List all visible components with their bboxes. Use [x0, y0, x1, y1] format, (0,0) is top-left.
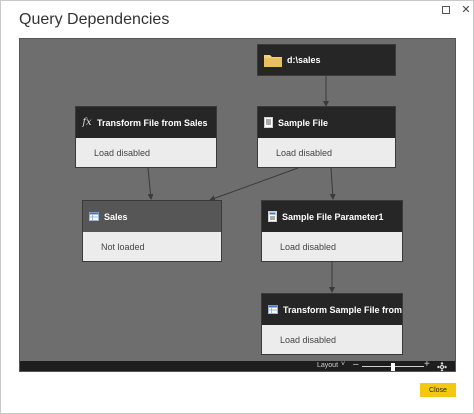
node-transform-sample-file[interactable]: Transform Sample File from... Load disab…: [261, 293, 403, 355]
layout-dropdown-icon[interactable]: ˅: [341, 361, 345, 368]
node-dsales[interactable]: d:\sales: [257, 44, 396, 76]
node-status: Not loaded: [83, 232, 221, 261]
node-status: Load disabled: [262, 232, 402, 261]
edge-samplefile-to-parameter: [329, 167, 336, 200]
function-icon: fx: [82, 117, 92, 128]
dialog-title: Query Dependencies: [19, 11, 170, 28]
zoom-slider-thumb[interactable]: [391, 363, 395, 371]
node-transform-file-from-sales[interactable]: fx Transform File from Sales Load disabl…: [75, 106, 217, 168]
close-icon[interactable]: ✕: [455, 2, 474, 20]
node-title: Sales: [104, 211, 128, 222]
folder-icon: [264, 53, 282, 67]
node-title: Transform Sample File from...: [283, 304, 402, 315]
node-title: Transform File from Sales: [97, 117, 208, 128]
close-button[interactable]: Close: [420, 383, 456, 397]
parameter-icon: [268, 211, 277, 222]
node-title: d:\sales: [287, 55, 321, 65]
node-sample-file-parameter1[interactable]: Sample File Parameter1 Load disabled: [261, 200, 403, 262]
dependency-canvas[interactable]: d:\sales fx Transform File from Sales Lo…: [19, 38, 456, 372]
zoom-in-button[interactable]: +: [424, 359, 430, 370]
edge-samplefile-to-sales: [209, 167, 299, 202]
node-sample-file[interactable]: Sample File Load disabled: [257, 106, 396, 168]
edge-transform-to-sales: [147, 167, 154, 200]
node-status: Load disabled: [76, 138, 216, 167]
document-icon: [264, 117, 273, 128]
table-icon: [268, 305, 278, 314]
node-title: Sample File: [278, 117, 329, 128]
node-status: Load disabled: [262, 325, 402, 354]
node-status: Load disabled: [258, 138, 395, 167]
zoom-out-button[interactable]: –: [353, 359, 359, 370]
node-title: Sample File Parameter1: [282, 211, 384, 222]
layout-label[interactable]: Layout: [317, 362, 338, 369]
fit-to-screen-icon[interactable]: [437, 362, 447, 371]
node-sales[interactable]: Sales Not loaded: [82, 200, 222, 262]
maximize-icon[interactable]: [435, 2, 457, 20]
query-dependencies-dialog: Query Dependencies ✕ d:\sales fx Transfo…: [0, 0, 474, 414]
table-icon: [89, 212, 99, 221]
canvas-statusbar: Layout ˅ – +: [20, 359, 455, 371]
